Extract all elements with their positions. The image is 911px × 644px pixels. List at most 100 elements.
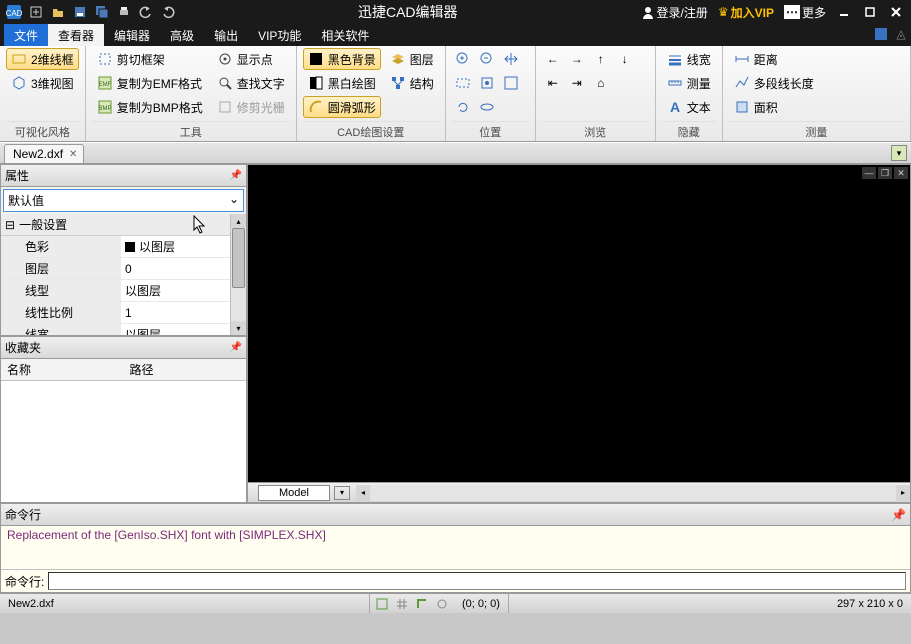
btn-3d-view[interactable]: 3维视图 (6, 72, 79, 94)
clip-icon (97, 51, 113, 67)
prop-category[interactable]: ⊟一般设置 (1, 214, 230, 236)
prop-row-layer[interactable]: 图层0 (1, 258, 230, 280)
btn-bw-draw[interactable]: 黑白绘图 (303, 72, 381, 94)
tab-related[interactable]: 相关软件 (311, 24, 379, 46)
tab-dropdown[interactable]: ▾ (891, 145, 907, 161)
tab-vip[interactable]: VIP功能 (248, 24, 311, 46)
ribbon-group-visualstyle: 2维线框 3维视图 可视化风格 (0, 46, 86, 141)
login-button[interactable]: 登录/注册 (638, 1, 711, 23)
col-path[interactable]: 路径 (124, 359, 247, 380)
file-menu[interactable]: 文件 (4, 24, 48, 46)
pin-icon[interactable]: 📌 (230, 170, 242, 181)
minimize-button[interactable] (833, 3, 855, 21)
wireframe-2d-icon (11, 51, 27, 67)
zoom-fit-icon[interactable] (500, 72, 522, 94)
maximize-button[interactable] (859, 3, 881, 21)
nav-right-icon[interactable]: → (566, 48, 588, 70)
linewidth-icon (667, 51, 683, 67)
layout-dropdown[interactable]: ▾ (334, 486, 350, 500)
prop-row-lineweight[interactable]: 线宽以图层 (1, 324, 230, 335)
btn-smooth-arc[interactable]: 圆滑弧形 (303, 96, 381, 118)
zoom-window-icon[interactable] (452, 72, 474, 94)
btn-layers[interactable]: 图层 (385, 48, 439, 70)
canvas-min-icon[interactable]: — (862, 167, 876, 179)
zoom-in-icon[interactable] (452, 48, 474, 70)
btn-polyline-length[interactable]: 多段线长度 (729, 72, 819, 94)
scroll-left-icon[interactable]: ◂ (356, 485, 370, 501)
btn-2d-wireframe[interactable]: 2维线框 (6, 48, 79, 70)
col-name[interactable]: 名称 (1, 359, 124, 380)
btn-linewidth[interactable]: 线宽 (662, 48, 716, 70)
btn-show-points[interactable]: 显示点 (212, 48, 290, 70)
scroll-up-icon[interactable]: ▴ (231, 214, 246, 228)
app-icon[interactable]: CAD (4, 3, 24, 21)
group-label: 隐藏 (662, 121, 716, 141)
prop-row-ltscale[interactable]: 线性比例1 (1, 302, 230, 324)
canvas-close-icon[interactable]: ✕ (894, 167, 908, 179)
snap-toggle[interactable] (374, 596, 390, 612)
redo-icon[interactable] (158, 3, 178, 21)
vip-button[interactable]: ♛加入VIP (715, 1, 777, 23)
property-selector[interactable]: 默认值⌄ (3, 189, 244, 212)
orbit-icon[interactable] (476, 96, 498, 118)
nav-home-icon[interactable]: ⌂ (590, 72, 612, 94)
document-tab[interactable]: New2.dxf ✕ (4, 144, 84, 163)
pin-icon[interactable]: 📌 (230, 342, 242, 353)
btn-measure[interactable]: 测量 (662, 72, 716, 94)
nav-first-icon[interactable]: ⇤ (542, 72, 564, 94)
prop-row-color[interactable]: 色彩以图层 (1, 236, 230, 258)
collapse-ribbon-icon[interactable]: ◬ (891, 24, 911, 44)
tab-output[interactable]: 输出 (204, 24, 248, 46)
command-input[interactable] (48, 572, 906, 590)
tab-advanced[interactable]: 高级 (160, 24, 204, 46)
btn-copy-bmp[interactable]: BMP复制为BMP格式 (92, 96, 208, 118)
tab-editor[interactable]: 编辑器 (104, 24, 160, 46)
print-icon[interactable] (114, 3, 134, 21)
rotate-icon[interactable] (452, 96, 474, 118)
close-button[interactable] (885, 3, 907, 21)
pin-icon[interactable]: 📌 (891, 508, 906, 522)
login-label: 登录/注册 (657, 4, 708, 21)
pan-icon[interactable] (500, 48, 522, 70)
undo-icon[interactable] (136, 3, 156, 21)
model-tab[interactable]: Model (258, 485, 330, 501)
open-icon[interactable] (48, 3, 68, 21)
save-icon[interactable] (70, 3, 90, 21)
nav-up-icon[interactable]: ↑ (590, 48, 612, 70)
bmp-icon: BMP (97, 99, 113, 115)
prop-row-linetype[interactable]: 线型以图层 (1, 280, 230, 302)
scroll-thumb[interactable] (232, 228, 245, 288)
zoom-extent-icon[interactable] (476, 72, 498, 94)
btn-black-bg[interactable]: 黑色背景 (303, 48, 381, 70)
osnap-toggle[interactable] (434, 596, 450, 612)
canvas-restore-icon[interactable]: ❐ (878, 167, 892, 179)
btn-area[interactable]: 面积 (729, 96, 819, 118)
saveall-icon[interactable] (92, 3, 112, 21)
app-title: 迅捷CAD编辑器 (178, 2, 638, 22)
nav-down-icon[interactable]: ↓ (614, 48, 636, 70)
zoom-out-icon[interactable] (476, 48, 498, 70)
btn-copy-emf[interactable]: EMF复制为EMF格式 (92, 72, 208, 94)
scroll-right-icon[interactable]: ▸ (896, 485, 910, 501)
btn-structure[interactable]: 结构 (385, 72, 439, 94)
grid-toggle[interactable] (394, 596, 410, 612)
scroll-down-icon[interactable]: ▾ (231, 321, 246, 335)
group-label: 工具 (92, 121, 290, 141)
ortho-toggle[interactable] (414, 596, 430, 612)
drawing-canvas[interactable]: — ❐ ✕ (248, 165, 910, 482)
btn-find-text[interactable]: 查找文字 (212, 72, 290, 94)
btn-distance[interactable]: 距离 (729, 48, 819, 70)
command-title: 命令行 (5, 506, 41, 523)
btn-text[interactable]: A文本 (662, 96, 716, 118)
more-button[interactable]: ⋯更多 (781, 1, 829, 23)
canvas-hscroll[interactable]: ◂▸ (356, 485, 910, 501)
prop-scrollbar[interactable]: ▴▾ (230, 214, 246, 335)
nav-left-icon[interactable]: ← (542, 48, 564, 70)
close-tab-icon[interactable]: ✕ (69, 149, 77, 160)
new-icon[interactable] (26, 3, 46, 21)
blackbg-icon (308, 51, 324, 67)
nav-last-icon[interactable]: ⇥ (566, 72, 588, 94)
tab-viewer[interactable]: 查看器 (48, 24, 104, 46)
help-icon[interactable] (871, 24, 891, 44)
btn-clip-frame[interactable]: 剪切框架 (92, 48, 208, 70)
